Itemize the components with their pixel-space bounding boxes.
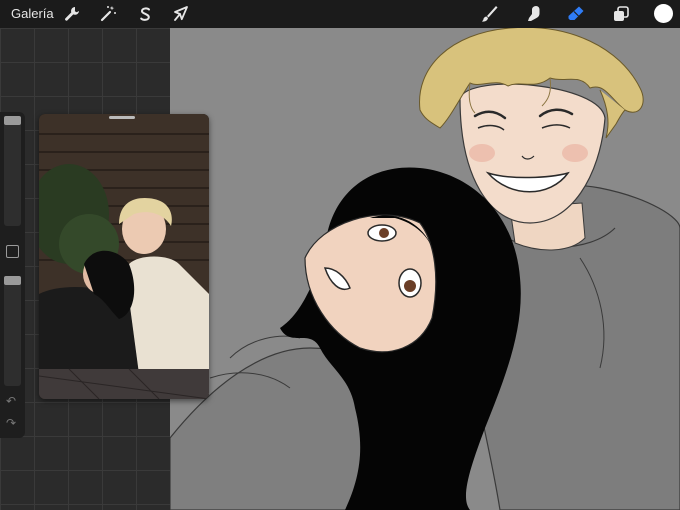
left-sidebar: ↶ ↷ [0, 112, 25, 438]
reference-window[interactable] [39, 114, 209, 399]
artwork [170, 28, 680, 510]
redo-icon[interactable]: ↷ [6, 416, 16, 430]
smudge-icon[interactable] [524, 4, 544, 24]
gallery-button[interactable]: Galería [11, 6, 54, 21]
magic-wand-icon[interactable] [98, 4, 118, 24]
reference-photo [39, 114, 209, 399]
wrench-icon[interactable] [62, 4, 82, 24]
brush-icon[interactable] [479, 4, 499, 24]
drawing-canvas[interactable] [170, 28, 680, 510]
selection-s-icon[interactable] [135, 4, 155, 24]
top-toolbar: Galería [0, 0, 680, 28]
brush-size-thumb[interactable] [4, 116, 21, 125]
color-picker-button[interactable] [654, 4, 673, 23]
brush-size-slider[interactable] [4, 116, 21, 226]
undo-icon[interactable]: ↶ [6, 394, 16, 408]
layers-icon[interactable] [611, 4, 631, 24]
opacity-slider[interactable] [4, 276, 21, 386]
reference-drag-handle[interactable] [109, 116, 135, 119]
cursor-arrow-icon[interactable] [171, 4, 191, 24]
opacity-thumb[interactable] [4, 276, 21, 285]
modify-button[interactable] [6, 245, 19, 258]
eraser-icon[interactable] [566, 4, 586, 24]
